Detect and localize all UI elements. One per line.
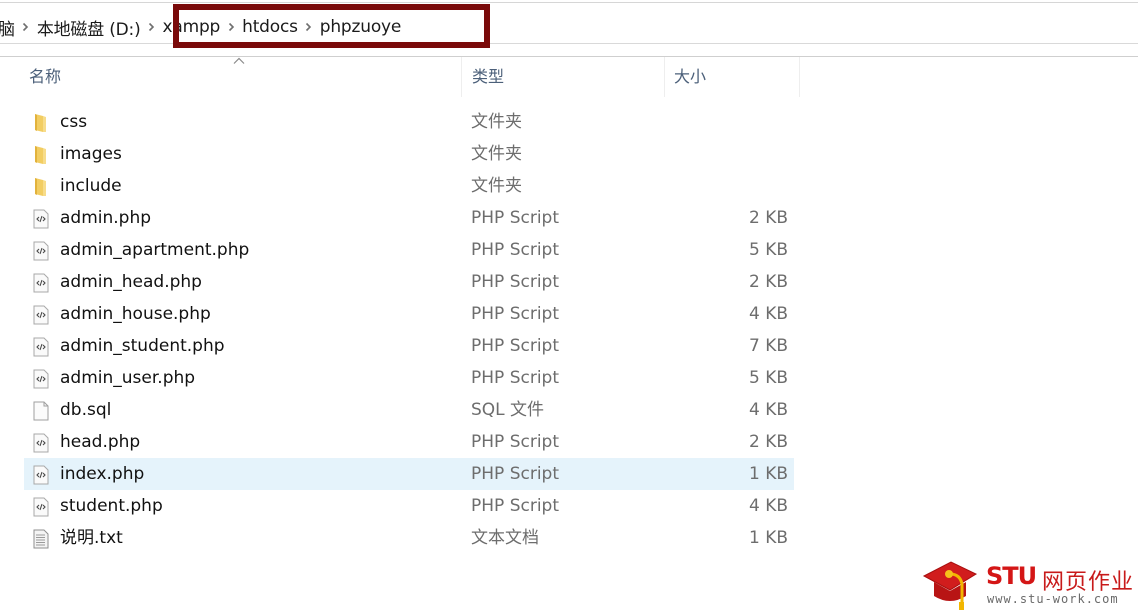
php-file-icon xyxy=(32,273,50,293)
php-file-icon xyxy=(32,369,50,389)
file-row[interactable]: admin_house.php PHP Script 4 KB xyxy=(24,298,794,330)
file-size: 2 KB xyxy=(748,272,788,292)
column-divider[interactable] xyxy=(461,57,462,97)
file-size: 4 KB xyxy=(748,496,788,516)
file-type: 文件夹 xyxy=(471,144,522,164)
file-type: 文件夹 xyxy=(471,112,522,132)
column-header-name[interactable]: 名称 xyxy=(29,57,61,97)
file-size: 5 KB xyxy=(748,368,788,388)
column-divider[interactable] xyxy=(799,57,800,97)
file-type: PHP Script xyxy=(471,304,559,324)
file-row[interactable]: db.sql SQL 文件 4 KB xyxy=(24,394,794,426)
blank-file-icon xyxy=(32,401,50,421)
file-name[interactable]: admin_apartment.php xyxy=(60,234,249,266)
breadcrumb-chevron-icon[interactable] xyxy=(15,22,37,32)
column-header-type[interactable]: 类型 xyxy=(472,57,504,97)
watermark-url: www.stu-work.com xyxy=(987,592,1119,606)
file-name[interactable]: student.php xyxy=(60,490,163,522)
annotation-highlight-box xyxy=(173,4,490,48)
file-type: PHP Script xyxy=(471,464,559,484)
file-type: 文件夹 xyxy=(471,176,522,196)
php-file-icon xyxy=(32,497,50,517)
breadcrumb-drive-d[interactable]: 本地磁盘 (D:) xyxy=(37,15,141,40)
file-row[interactable]: include 文件夹 xyxy=(24,170,794,202)
file-type: PHP Script xyxy=(471,240,559,260)
column-divider[interactable] xyxy=(664,57,665,97)
file-row[interactable]: admin_apartment.php PHP Script 5 KB xyxy=(24,234,794,266)
file-name[interactable]: include xyxy=(60,170,122,202)
file-name[interactable]: db.sql xyxy=(60,394,111,426)
file-row[interactable]: 说明.txt 文本文档 1 KB xyxy=(24,522,794,554)
file-size: 5 KB xyxy=(748,240,788,260)
file-row[interactable]: head.php PHP Script 2 KB xyxy=(24,426,794,458)
file-list: css 文件夹 images 文件夹 include 文件夹 admin.php PHP Sc… xyxy=(24,106,794,554)
file-row[interactable]: images 文件夹 xyxy=(24,138,794,170)
address-bar[interactable]: 脑 本地磁盘 (D:) xampp htdocs phpzuoye xyxy=(0,11,1138,44)
file-row[interactable]: css 文件夹 xyxy=(24,106,794,138)
breadcrumb-chevron-icon[interactable] xyxy=(141,22,163,32)
file-row[interactable]: admin_head.php PHP Script 2 KB xyxy=(24,266,794,298)
php-file-icon xyxy=(32,465,50,485)
file-name[interactable]: head.php xyxy=(60,426,140,458)
file-row[interactable]: admin_student.php PHP Script 7 KB xyxy=(24,330,794,362)
text-file-icon xyxy=(32,529,50,549)
file-type: SQL 文件 xyxy=(471,400,545,420)
graduation-cap-icon xyxy=(922,561,978,610)
file-row[interactable]: index.php PHP Script 1 KB xyxy=(24,458,794,490)
watermark-logo: STU 网页作业 www.stu-work.com xyxy=(920,556,1138,612)
file-type: 文本文档 xyxy=(471,528,539,548)
file-type: PHP Script xyxy=(471,336,559,356)
file-type: PHP Script xyxy=(471,272,559,292)
file-name[interactable]: css xyxy=(60,106,87,138)
column-header-size[interactable]: 大小 xyxy=(674,57,706,97)
file-size: 2 KB xyxy=(748,432,788,452)
file-row[interactable]: student.php PHP Script 4 KB xyxy=(24,490,794,522)
file-name[interactable]: admin_house.php xyxy=(60,298,211,330)
file-size: 7 KB xyxy=(748,336,788,356)
file-type: PHP Script xyxy=(471,368,559,388)
file-size: 1 KB xyxy=(748,528,788,548)
file-type: PHP Script xyxy=(471,496,559,516)
column-header-row: 名称 类型 大小 xyxy=(0,57,1138,97)
file-name[interactable]: admin.php xyxy=(60,202,151,234)
file-row[interactable]: admin_user.php PHP Script 5 KB xyxy=(24,362,794,394)
file-type: PHP Script xyxy=(471,432,559,452)
file-size: 2 KB xyxy=(748,208,788,228)
php-file-icon xyxy=(32,433,50,453)
file-name[interactable]: images xyxy=(60,138,122,170)
file-row[interactable]: admin.php PHP Script 2 KB xyxy=(24,202,794,234)
file-name[interactable]: 说明.txt xyxy=(60,522,123,554)
php-file-icon xyxy=(32,337,50,357)
file-name[interactable]: index.php xyxy=(60,458,144,490)
file-size: 4 KB xyxy=(748,304,788,324)
php-file-icon xyxy=(32,305,50,325)
folder-icon xyxy=(32,145,50,165)
sort-ascending-icon xyxy=(233,57,245,64)
window-top-border xyxy=(0,2,1138,3)
folder-icon xyxy=(32,113,50,133)
file-name[interactable]: admin_student.php xyxy=(60,330,225,362)
watermark-brand: STU xyxy=(986,562,1037,590)
file-name[interactable]: admin_user.php xyxy=(60,362,195,394)
file-size: 1 KB xyxy=(748,464,788,484)
php-file-icon xyxy=(32,241,50,261)
breadcrumb-this-pc[interactable]: 脑 xyxy=(0,15,15,40)
folder-icon xyxy=(32,177,50,197)
php-file-icon xyxy=(32,209,50,229)
file-size: 4 KB xyxy=(748,400,788,420)
file-name[interactable]: admin_head.php xyxy=(60,266,202,298)
file-type: PHP Script xyxy=(471,208,559,228)
